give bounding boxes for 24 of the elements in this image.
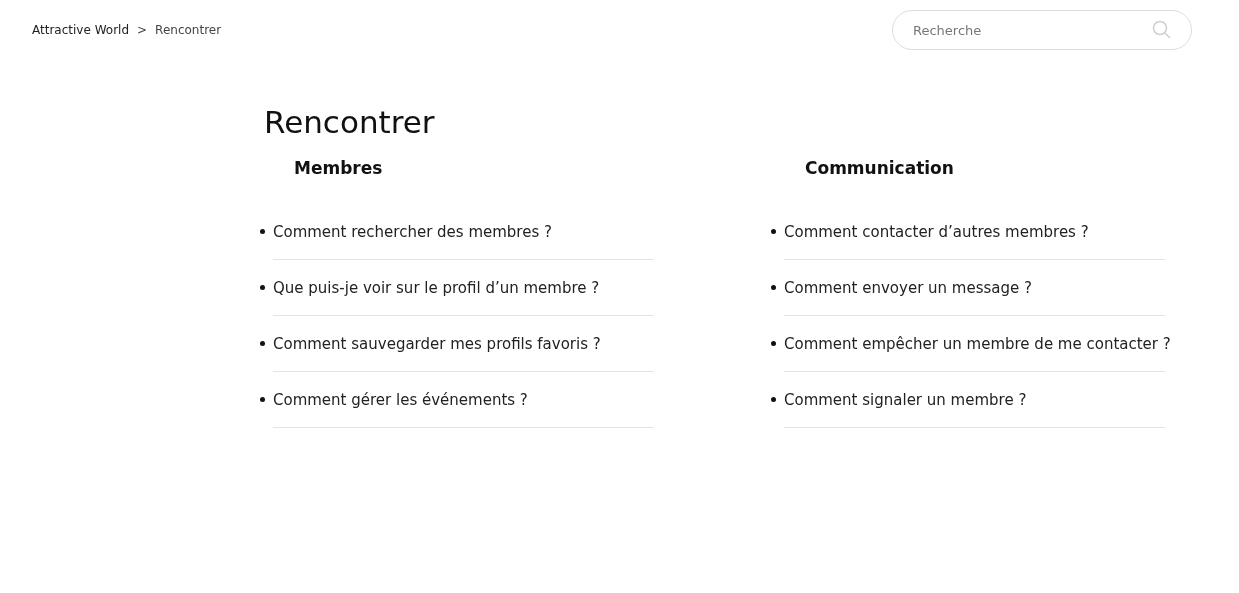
section-heading: Membres [294,157,384,180]
bullet-icon [771,341,776,346]
bullet-icon [771,397,776,402]
question-link[interactable]: Comment sauvegarder mes profils favoris ? [273,334,601,353]
bullet-icon [260,229,265,234]
question-link[interactable]: Comment contacter d’autres membres ? [784,222,1089,241]
bullet-icon [260,341,265,346]
breadcrumb-link[interactable]: Attractive World [32,23,130,37]
question-link[interactable]: Comment signaler un membre ? [784,390,1027,409]
question-link[interactable]: Que puis-je voir sur le profil d’un membre ? [273,278,600,297]
question-link[interactable]: Comment gérer les événements ? [273,390,528,409]
question-link[interactable]: Comment rechercher des membres ? [273,222,552,241]
bullet-icon [260,285,265,290]
bullet-icon [260,397,265,402]
search-icon [1152,20,1172,40]
question-link[interactable]: Comment empêcher un membre de me contacter ? [784,334,1171,353]
page-title: Rencontrer [264,103,436,142]
breadcrumb-separator: > [137,23,148,37]
bullet-icon [771,285,776,290]
question-link[interactable]: Comment envoyer un message ? [784,278,1032,297]
bullet-icon [771,229,776,234]
search-field[interactable]: Recherche [892,10,1192,50]
breadcrumb-current: Rencontrer [155,23,222,37]
section-heading: Communication [805,157,955,180]
